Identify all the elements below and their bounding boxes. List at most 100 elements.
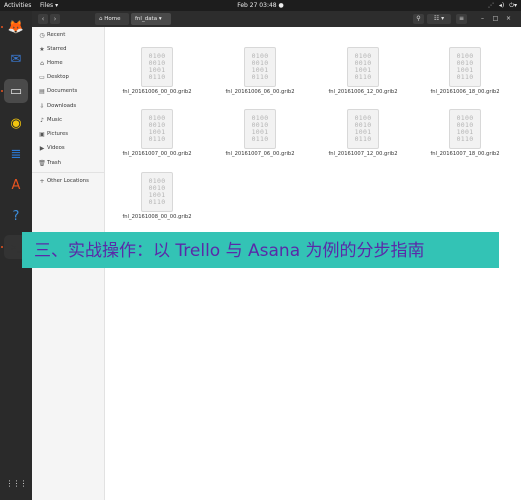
banner-text: 三、实战操作：以 Trello 与 Asana 为例的分步指南: [34, 241, 425, 261]
sidebar-item-label: Pictures: [47, 131, 68, 137]
binary-line: 0110: [354, 73, 372, 81]
show-apps-launcher[interactable]: ⋮⋮⋮: [4, 471, 28, 495]
file-name: fnl_20161007_12_00.grib2: [328, 151, 398, 157]
file-item[interactable]: 0100 0010 1001 0110 fnl_20161006_00_00.grib2: [105, 43, 201, 103]
binary-file-icon: 0100 0010 1001 0110: [449, 47, 481, 87]
close-icon: ×: [505, 15, 512, 22]
file-name: fnl_20161006_06_00.grib2: [225, 89, 295, 95]
file-item[interactable]: 0100 0010 1001 0110 fnl_20161007_00_00.grib2: [105, 105, 201, 165]
running-indicator: [1, 246, 3, 248]
system-tray[interactable]: ⋰ ◂) ⏻▾: [488, 0, 517, 11]
list-view-icon: ☷ ▾: [433, 15, 445, 22]
help-launcher[interactable]: ?: [4, 204, 28, 228]
sidebar-item-downloads[interactable]: ⇩ Downloads: [32, 100, 104, 113]
binary-line: 0110: [456, 135, 474, 143]
documents-icon: ▤: [39, 88, 45, 95]
sidebar-item-label: Other Locations: [47, 178, 89, 184]
file-name: fnl_20161007_00_00.grib2: [122, 151, 192, 157]
file-name: fnl_20161007_18_00.grib2: [430, 151, 500, 157]
sidebar-item-label: Desktop: [47, 74, 69, 80]
file-item[interactable]: 0100 0010 1001 0110 fnl_20161006_12_00.grib2: [311, 43, 407, 103]
sidebar-item-label: Downloads: [47, 103, 77, 109]
sidebar-item-recent[interactable]: ◷ Recent: [32, 29, 104, 42]
binary-line: 0110: [456, 73, 474, 81]
binary-file-icon: 0100 0010 1001 0110: [141, 47, 173, 87]
minimize-icon: –: [481, 15, 484, 22]
search-button[interactable]: ⚲: [413, 14, 424, 24]
file-item[interactable]: 0100 0010 1001 0110 fnl_20161006_06_00.grib2: [208, 43, 304, 103]
sidebar-item-label: Trash: [47, 160, 61, 166]
recent-icon: ◷: [39, 32, 45, 39]
sidebar-item-starred[interactable]: ★ Starred: [32, 43, 104, 56]
file-name: fnl_20161006_12_00.grib2: [328, 89, 398, 95]
videos-icon: ▶: [39, 145, 45, 152]
file-item[interactable]: 0100 0010 1001 0110 fnl_20161007_12_00.grib2: [311, 105, 407, 165]
desktop-icon: ▭: [39, 74, 45, 81]
chevron-left-icon: ‹: [41, 15, 45, 23]
files-launcher[interactable]: ▭: [4, 79, 28, 103]
file-name: fnl_20161007_06_00.grib2: [225, 151, 295, 157]
chevron-right-icon: ›: [53, 15, 57, 23]
back-button[interactable]: ‹: [38, 14, 48, 24]
binary-line: 0110: [148, 135, 166, 143]
thunderbird-launcher[interactable]: ✉: [4, 47, 28, 71]
hamburger-icon: ≡: [458, 15, 465, 22]
breadcrumb-home[interactable]: ⌂ Home: [95, 13, 129, 25]
network-icon: ⋰: [487, 2, 494, 9]
close-button[interactable]: ×: [504, 14, 513, 24]
sidebar-item-label: Documents: [47, 88, 78, 94]
firefox-icon: 🦊: [7, 19, 25, 35]
menu-button[interactable]: ≡: [456, 14, 467, 24]
writer-icon: ≣: [10, 146, 22, 162]
sidebar-item-desktop[interactable]: ▭ Desktop: [32, 71, 104, 84]
binary-file-icon: 0100 0010 1001 0110: [244, 47, 276, 87]
firefox-launcher[interactable]: 🦊: [4, 15, 28, 39]
breadcrumb-current[interactable]: fnl_data ▾: [131, 13, 171, 25]
sidebar-item-trash[interactable]: 🗑 Trash: [32, 157, 104, 170]
software-launcher[interactable]: A: [4, 173, 28, 197]
trash-icon: 🗑: [38, 160, 46, 167]
show-apps-icon: ⋮⋮⋮: [5, 478, 28, 488]
volume-icon: ◂): [498, 2, 505, 9]
file-item[interactable]: 0100 0010 1001 0110 fnl_20161006_18_00.grib2: [413, 43, 509, 103]
view-options-button[interactable]: ☷ ▾: [427, 14, 451, 24]
rhythmbox-launcher[interactable]: ◉: [4, 111, 28, 135]
binary-file-icon: 0100 0010 1001 0110: [141, 172, 173, 212]
clock[interactable]: Feb 27 03:48 ●: [0, 0, 521, 11]
sidebar-item-videos[interactable]: ▶ Videos: [32, 142, 104, 155]
top-bar: Activities Files ▾ Feb 27 03:48 ● ⋰ ◂) ⏻…: [0, 0, 521, 11]
rhythmbox-icon: ◉: [10, 115, 22, 131]
power-icon: ⏻▾: [509, 2, 517, 9]
sidebar-item-label: Videos: [47, 145, 65, 151]
file-item[interactable]: 0100 0010 1001 0110 fnl_20161008_00_00.grib2: [105, 168, 201, 228]
files-icon: ▭: [9, 83, 23, 99]
home-icon: ⌂: [40, 60, 44, 67]
software-icon: A: [11, 177, 21, 193]
binary-file-icon: 0100 0010 1001 0110: [347, 47, 379, 87]
writer-launcher[interactable]: ≣: [4, 142, 28, 166]
other-locations-icon: +: [39, 178, 45, 185]
binary-line: 0110: [148, 73, 166, 81]
binary-line: 0110: [251, 73, 269, 81]
music-icon: ♪: [40, 117, 44, 124]
header-bar: ‹ › ⌂ Home fnl_data ▾ ⚲ ☷ ▾ ≡ – □ ×: [32, 11, 521, 27]
maximize-button[interactable]: □: [491, 14, 500, 24]
search-icon: ⚲: [416, 15, 421, 22]
terminal-icon: >_: [10, 242, 22, 252]
forward-button[interactable]: ›: [50, 14, 60, 24]
sidebar-item-documents[interactable]: ▤ Documents: [32, 85, 104, 98]
sidebar-item-label: Music: [47, 117, 63, 123]
binary-line: 0110: [354, 135, 372, 143]
sidebar-item-pictures[interactable]: ▣ Pictures: [32, 128, 104, 141]
file-name: fnl_20161006_18_00.grib2: [430, 89, 500, 95]
file-item[interactable]: 0100 0010 1001 0110 fnl_20161007_18_00.grib2: [413, 105, 509, 165]
sidebar-item-music[interactable]: ♪ Music: [32, 114, 104, 127]
file-name: fnl_20161008_00_00.grib2: [122, 214, 192, 220]
binary-file-icon: 0100 0010 1001 0110: [347, 109, 379, 149]
file-item[interactable]: 0100 0010 1001 0110 fnl_20161007_06_00.grib2: [208, 105, 304, 165]
starred-icon: ★: [39, 46, 45, 53]
minimize-button[interactable]: –: [478, 14, 487, 24]
running-indicator: [1, 90, 3, 92]
sidebar-item-home[interactable]: ⌂ Home: [32, 57, 104, 70]
sidebar-item-other-locations[interactable]: + Other Locations: [32, 175, 104, 188]
